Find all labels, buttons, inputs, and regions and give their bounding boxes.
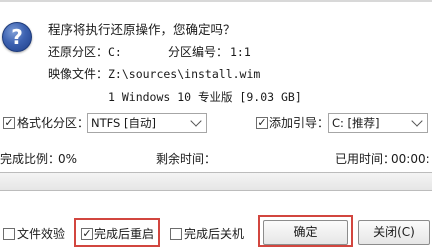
restore-progress-bar xyxy=(0,172,432,191)
completed-label: 完成比例： xyxy=(0,152,61,166)
restore-partition-value: C: xyxy=(108,45,122,59)
confirm-message: 程序将执行还原操作，您确定吗？ xyxy=(48,22,236,37)
image-file-path: Z:\sources\install.wim xyxy=(108,67,261,81)
add-boot-label: 添加引导： xyxy=(269,116,330,130)
image-file-label: 映像文件： xyxy=(48,67,109,81)
boot-target-selected: C: [推荐] xyxy=(332,116,380,130)
reboot-after-checkbox[interactable]: ✓ xyxy=(81,228,93,240)
completed-value: 0% xyxy=(58,152,78,166)
boot-target-dropdown[interactable]: C: [推荐] xyxy=(328,113,428,133)
format-partition-label: 格式化分区： xyxy=(17,116,90,130)
partition-number-value: 1:1 xyxy=(230,45,251,59)
question-icon: ? xyxy=(2,22,32,52)
checkmark-icon: ✓ xyxy=(257,116,267,129)
elapsed-time-label: 已用时间： xyxy=(335,152,396,166)
add-boot-checkbox[interactable]: ✓ xyxy=(256,117,268,129)
chevron-down-icon xyxy=(189,116,203,130)
dialog-top-edge xyxy=(0,0,432,2)
checkmark-icon: ✓ xyxy=(4,116,14,129)
close-button[interactable]: 关闭(C) xyxy=(358,220,430,245)
chevron-down-icon xyxy=(410,116,424,130)
checkmark-icon: ✓ xyxy=(82,227,92,240)
image-entry: 1 Windows 10 专业版 [9.03 GB] xyxy=(108,90,302,104)
format-partition-selected: NTFS [自动] xyxy=(91,116,156,130)
remaining-time-label: 剩余时间： xyxy=(156,152,217,166)
verify-file-checkbox[interactable] xyxy=(3,228,15,240)
partition-number-label: 分区编号： xyxy=(168,45,229,59)
format-partition-dropdown[interactable]: NTFS [自动] xyxy=(87,113,207,133)
shutdown-after-label: 完成后关机 xyxy=(184,227,245,241)
ok-button[interactable]: 确定 xyxy=(263,220,348,245)
reboot-after-label: 完成后重启 xyxy=(94,227,155,241)
elapsed-time-value: 00:00: xyxy=(391,152,430,166)
restore-partition-label: 还原分区： xyxy=(48,45,109,59)
shutdown-after-checkbox[interactable] xyxy=(170,228,182,240)
restore-confirm-dialog: ? 程序将执行还原操作，您确定吗？ 还原分区： C: 分区编号： 1:1 映像文… xyxy=(0,0,432,247)
format-partition-checkbox[interactable]: ✓ xyxy=(3,117,15,129)
verify-file-label: 文件效验 xyxy=(17,227,66,241)
